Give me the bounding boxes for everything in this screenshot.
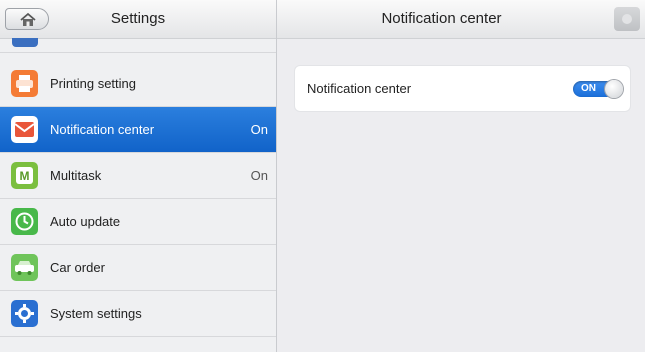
notification-toggle[interactable]: ON xyxy=(573,80,623,98)
detail-title: Notification center xyxy=(381,10,502,27)
detail-header: Notification center xyxy=(277,0,645,39)
sidebar-item-system-settings[interactable]: System settings xyxy=(0,291,276,337)
sidebar-item-label: Printing setting xyxy=(50,76,136,91)
sidebar-item-car-order[interactable]: Car order xyxy=(0,245,276,291)
corner-dot-icon xyxy=(622,14,632,24)
sidebar-item-value: On xyxy=(250,122,268,137)
notification-icon xyxy=(11,116,38,143)
clock-icon xyxy=(11,208,38,235)
sidebar-item-label: System settings xyxy=(50,306,142,321)
settings-screen: Settings Printing setting Notification c… xyxy=(0,0,645,352)
setting-label: Notification center xyxy=(307,81,412,96)
printer-icon xyxy=(11,70,38,97)
sidebar-item-auto-update[interactable]: Auto update xyxy=(0,199,276,245)
list-item-partial[interactable] xyxy=(0,38,276,53)
partial-item-icon xyxy=(12,38,38,47)
car-icon xyxy=(11,254,38,281)
sidebar-item-label: Multitask xyxy=(50,168,102,183)
toggle-knob-icon xyxy=(605,80,623,98)
sidebar-item-printing-setting[interactable]: Printing setting xyxy=(0,61,276,107)
sidebar-header: Settings xyxy=(0,0,276,39)
toggle-state-label: ON xyxy=(581,83,596,94)
notification-setting-row: Notification center ON xyxy=(295,66,630,111)
sidebar-item-label: Auto update xyxy=(50,214,121,229)
sidebar-item-label: Car order xyxy=(50,260,105,275)
gear-icon xyxy=(11,300,38,327)
multitask-icon: M xyxy=(11,162,38,189)
sidebar-item-value: On xyxy=(250,168,268,183)
corner-menu-button[interactable] xyxy=(614,7,640,31)
settings-sidebar: Settings Printing setting Notification c… xyxy=(0,0,276,352)
sidebar-item-label: Notification center xyxy=(50,122,155,137)
sidebar-item-notification-center[interactable]: Notification center On xyxy=(0,107,276,153)
detail-panel: Notification center Notification center … xyxy=(276,0,645,352)
sidebar-item-multitask[interactable]: M Multitask On xyxy=(0,153,276,199)
sidebar-title: Settings xyxy=(110,10,166,27)
svg-text:M: M xyxy=(20,169,30,183)
